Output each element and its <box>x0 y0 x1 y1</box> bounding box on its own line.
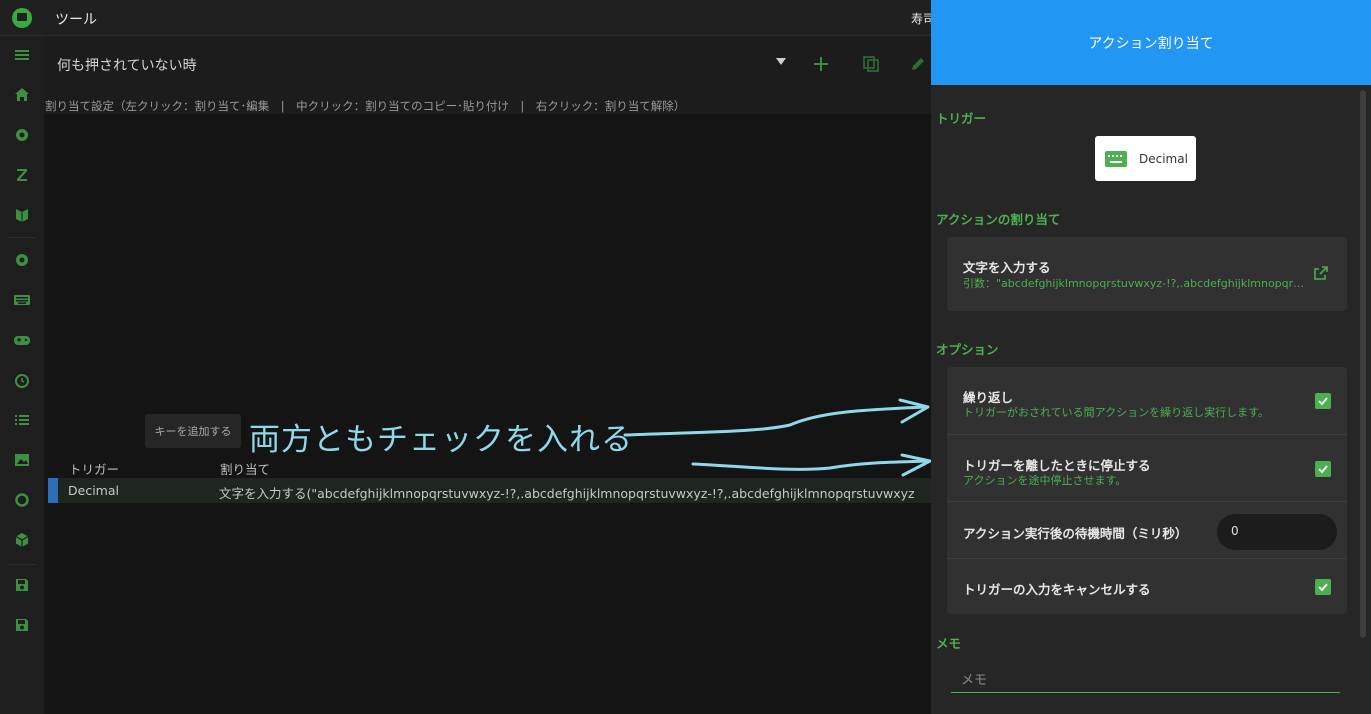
cancel-input-checkbox[interactable] <box>1315 579 1331 595</box>
check-icon <box>1318 465 1328 474</box>
memo-input[interactable]: メモ <box>951 662 1340 693</box>
option-stop-desc: アクションを途中停止させます。 <box>963 474 1127 487</box>
action-name: 文字を入力する <box>963 260 1051 275</box>
options-section-title: オプション <box>936 342 999 357</box>
trigger-key-label: Decimal <box>1139 151 1188 166</box>
repeat-checkbox[interactable] <box>1315 393 1331 409</box>
option-wait-label: アクション実行後の待機時間（ミリ秒） <box>963 526 1188 541</box>
open-external-icon[interactable] <box>1313 265 1329 281</box>
action-section-title: アクションの割り当て <box>936 212 1061 227</box>
option-wait-time: アクション実行後の待機時間（ミリ秒） 0 <box>947 502 1347 559</box>
check-icon <box>1318 583 1328 592</box>
action-card[interactable]: 文字を入力する 引数："abcdefghijklmnopqrstuvwxyz-!… <box>947 237 1347 311</box>
wait-time-input[interactable]: 0 <box>1217 514 1337 550</box>
option-stop-on-release[interactable]: トリガーを離したときに停止する アクションを途中停止させます。 <box>947 435 1347 502</box>
stop-on-release-checkbox[interactable] <box>1315 461 1331 477</box>
app-window: ツール 寿司 何も押されていない時 割り当て設定（左クリック：割り当て･編集 |… <box>0 0 1371 714</box>
check-icon <box>1318 397 1328 406</box>
panel-scrollbar[interactable] <box>1360 90 1366 638</box>
options-card: 繰り返し トリガーがおされている間アクションを繰り返し実行します。 トリガーを離… <box>947 367 1347 614</box>
keyboard-icon <box>1105 150 1127 167</box>
option-repeat[interactable]: 繰り返し トリガーがおされている間アクションを繰り返し実行します。 <box>947 367 1347 435</box>
trigger-section-title: トリガー <box>936 111 987 126</box>
action-argument: 引数："abcdefghijklmnopqrstuvwxyz-!?,.abcde… <box>963 277 1308 290</box>
memo-section-title: メモ <box>936 636 962 651</box>
trigger-key-card[interactable]: Decimal <box>1095 136 1196 181</box>
option-repeat-desc: トリガーがおされている間アクションを繰り返し実行します。 <box>963 406 1270 419</box>
action-assignment-panel: アクション割り当て トリガー Decimal アクションの割り当て 文字を入力す… <box>931 0 1371 714</box>
option-cancel-label: トリガーの入力をキャンセルする <box>963 582 1151 597</box>
panel-title: アクション割り当て <box>931 0 1371 85</box>
option-cancel-input[interactable]: トリガーの入力をキャンセルする <box>947 559 1347 614</box>
memo-placeholder: メモ <box>961 673 988 688</box>
